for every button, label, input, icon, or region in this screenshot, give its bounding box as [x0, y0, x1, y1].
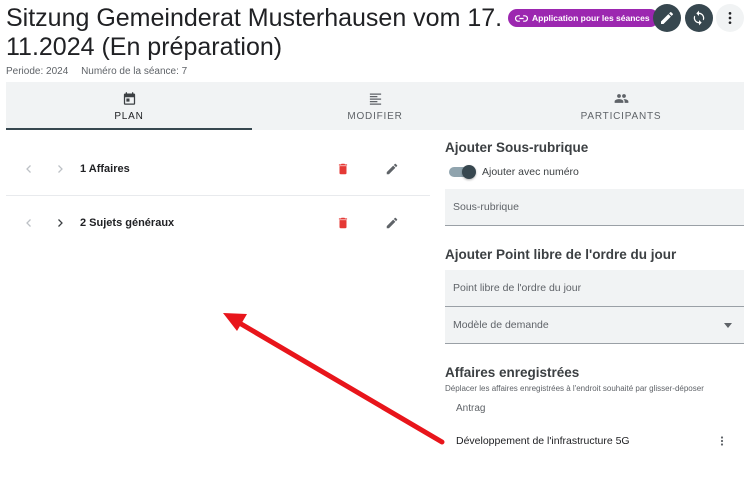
tab-modifier-label: MODIFIER [347, 110, 403, 122]
move-left-button[interactable] [20, 160, 38, 178]
toggle-knob [462, 165, 476, 179]
page-header: Sitzung Gemeinderat Musterhausen vom 17.… [6, 4, 506, 77]
delete-button[interactable] [335, 161, 351, 177]
chevron-left-icon [26, 164, 31, 173]
sync-button[interactable] [685, 4, 713, 32]
delete-button[interactable] [335, 215, 351, 231]
more-vertical-icon [720, 436, 724, 446]
chevron-right-icon [58, 164, 63, 173]
saved-item[interactable]: Antrag [445, 393, 744, 423]
tab-participants-label: PARTICIPANTS [580, 110, 662, 122]
session-meta: Periode: 2024 Numéro de la séance: 7 [6, 66, 506, 77]
move-right-button[interactable] [51, 214, 69, 232]
tab-bar: PLAN MODIFIER PARTICIPANTS [6, 82, 744, 130]
request-template-select[interactable]: Modèle de demande [445, 307, 744, 344]
plan-item[interactable]: 2 Sujets généraux [6, 196, 430, 250]
text-lines-icon [369, 93, 381, 105]
page-title: Sitzung Gemeinderat Musterhausen vom 17.… [6, 4, 503, 61]
chevron-right-icon [58, 219, 63, 227]
tab-plan-label: PLAN [114, 110, 144, 122]
request-template-select-label: Modèle de demande [453, 319, 549, 331]
session-number-label: Numéro de la séance: 7 [81, 66, 188, 77]
plan-item-label: 1 Affaires [80, 162, 130, 175]
free-item-input[interactable]: Point libre de l'ordre du jour [445, 270, 744, 307]
add-free-item-heading: Ajouter Point libre de l'ordre du jour [445, 247, 677, 262]
add-subsection-heading: Ajouter Sous-rubrique [445, 140, 589, 155]
tab-plan[interactable]: PLAN [6, 82, 252, 130]
right-panel: Ajouter Sous-rubrique Ajouter avec numér… [445, 140, 744, 459]
link-icon [515, 14, 528, 22]
number-toggle[interactable] [449, 165, 476, 179]
trash-icon [338, 217, 348, 229]
pencil-icon [386, 217, 398, 229]
saved-item[interactable]: Développement de l'infrastructure 5G [445, 423, 744, 459]
number-toggle-label: Ajouter avec numéro [482, 166, 579, 178]
application-chip[interactable]: Application pour les séances [508, 9, 659, 27]
plan-list: 1 Affaires 2 Sujets généraux [6, 142, 430, 250]
move-left-button[interactable] [20, 214, 38, 232]
pencil-icon [661, 11, 673, 24]
saved-item-menu-button[interactable] [714, 433, 730, 449]
dropdown-arrow-icon [724, 323, 732, 328]
chevron-left-icon [26, 219, 31, 227]
subsection-input[interactable]: Sous-rubrique [445, 189, 744, 226]
tab-modifier[interactable]: MODIFIER [252, 82, 498, 130]
move-right-button[interactable] [51, 160, 69, 178]
number-toggle-row[interactable]: Ajouter avec numéro [445, 164, 744, 180]
sync-icon [693, 10, 705, 26]
period-label: Periode: 2024 [6, 66, 69, 77]
edit-button[interactable] [653, 4, 681, 32]
more-options-button[interactable] [716, 4, 744, 32]
application-chip-label: Application pour les séances [532, 13, 650, 23]
edit-item-button[interactable] [384, 161, 400, 177]
saved-item-label: Antrag [456, 402, 486, 414]
more-vertical-icon [728, 12, 732, 24]
saved-item-label: Développement de l'infrastructure 5G [456, 435, 630, 447]
tab-participants[interactable]: PARTICIPANTS [498, 82, 744, 130]
edit-item-button[interactable] [384, 215, 400, 231]
plan-item-label: 2 Sujets généraux [80, 217, 175, 229]
saved-items-hint: Déplacer les affaires enregistrées à l'e… [445, 384, 704, 393]
calendar-icon [123, 91, 135, 105]
saved-items-heading: Affaires enregistrées [445, 365, 580, 380]
plan-item[interactable]: 1 Affaires [6, 142, 430, 196]
trash-icon [338, 163, 348, 174]
people-icon [614, 93, 628, 103]
pencil-icon [386, 163, 398, 174]
